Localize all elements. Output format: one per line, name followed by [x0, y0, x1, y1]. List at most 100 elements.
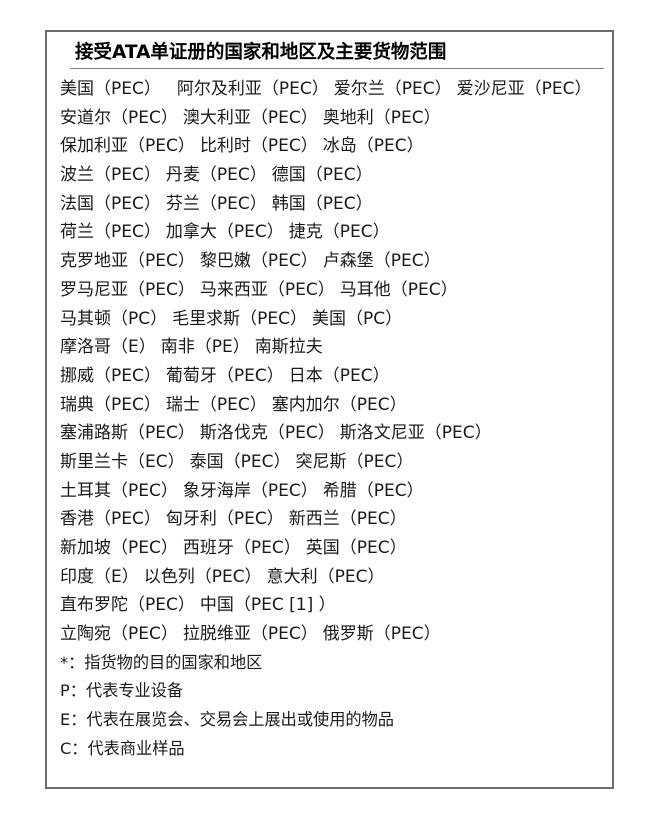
country-entry: 瑞典（PEC）	[60, 395, 161, 415]
country-entry: 波兰（PEC）	[60, 165, 161, 185]
country-goods-scope: （PEC）	[356, 136, 424, 157]
country-name: 爱沙尼亚	[456, 79, 525, 99]
country-goods-scope: （PEC）	[216, 509, 284, 530]
country-entry: 捷克（PEC）	[289, 222, 390, 242]
country-entry: 匈牙利（PEC）	[166, 509, 284, 529]
country-goods-scope: （PEC）	[94, 79, 161, 99]
country-row: 香港（PEC） 匈牙利（PEC） 新西兰（PEC）	[60, 505, 612, 534]
country-entry: 加拿大（PEC）	[166, 222, 284, 242]
country-row: 克罗地亚（PEC） 黎巴嫩（PEC） 卢森堡（PEC）	[60, 247, 612, 276]
country-goods-scope: （PEC）	[339, 509, 407, 530]
country-name: 以色列	[143, 566, 195, 587]
country-row: 法国（PEC） 芬兰（PEC） 韩国（PEC）	[60, 190, 612, 219]
country-goods-scope: （PEC）	[250, 251, 318, 272]
note-c: C：代表商业样品	[60, 738, 185, 758]
country-entry: 新加坡（PEC）	[60, 538, 178, 558]
country-goods-scope: （PEC）	[261, 79, 329, 99]
country-name: 英国	[305, 538, 340, 558]
country-entry: 瑞士（PEC）	[166, 395, 267, 415]
country-row: 土耳其（PEC） 象牙海岸（PEC） 希腊（PEC）	[60, 477, 612, 506]
country-name: 冰岛	[322, 136, 357, 157]
country-entry: 马来西亚（PEC）	[200, 280, 335, 300]
country-entry: 斯里兰卡（EC）	[60, 452, 185, 472]
country-goods-scope: （PE）	[194, 337, 250, 358]
country-name: 土耳其	[60, 480, 111, 501]
country-name: 美国	[312, 308, 346, 329]
country-name: 塞内加尔	[271, 394, 340, 415]
title-divider	[70, 68, 604, 69]
country-entry: 塞内加尔（PEC）	[272, 395, 407, 415]
country-row: 罗马尼亚（PEC） 马来西亚（PEC） 马耳他（PEC）	[60, 276, 612, 305]
country-entry: 比利时（PEC）	[200, 136, 318, 156]
note-p: P：代表专业设备	[60, 681, 184, 701]
country-entry: 法国（PEC）	[60, 194, 161, 214]
country-entry: 新西兰（PEC）	[289, 509, 407, 529]
country-name: 西班牙	[182, 538, 234, 558]
country-entry: 保加利亚（PEC）	[60, 136, 195, 156]
note-asterisk: *：指货物的目的国家和地区	[60, 652, 263, 672]
country-name: 匈牙利	[165, 509, 217, 530]
country-entry: 南非（PE）	[161, 337, 250, 357]
country-goods-scope: （PEC）	[267, 279, 335, 300]
ata-countries-table: 接受ATA单证册的国家和地区及主要货物范围 美国（PEC） 阿尔及利亚（PEC）爱…	[45, 30, 614, 789]
country-entry: 美国（PEC）	[60, 79, 161, 99]
country-goods-scope: （PEC）	[128, 595, 195, 616]
country-goods-scope: （PEC）	[111, 624, 178, 645]
country-name: 比利时	[199, 136, 251, 157]
country-row: 瑞典（PEC） 瑞士（PEC） 塞内加尔（PEC）	[60, 391, 612, 420]
country-name: 新加坡	[60, 538, 111, 558]
country-goods-scope: （PEC）	[240, 308, 307, 329]
country-entry: 澳大利亚（PEC）	[183, 108, 318, 128]
country-entry: 象牙海岸（PEC）	[183, 481, 318, 501]
country-name: 保加利亚	[60, 136, 128, 157]
country-entry: 爱尔兰（PEC）	[334, 79, 452, 99]
country-name: 斯里兰卡	[60, 451, 128, 472]
country-entry: 荷兰（PEC）	[60, 222, 161, 242]
country-entry: 塞浦路斯（PEC）	[60, 423, 195, 443]
country-row: 波兰（PEC） 丹麦（PEC） 德国（PEC）	[60, 161, 612, 190]
country-goods-scope: （PEC）	[322, 222, 390, 243]
country-entry: 奥地利（PEC）	[323, 108, 441, 128]
country-entry: 德国（PEC）	[272, 165, 373, 185]
country-name: 直布罗陀	[60, 595, 128, 616]
country-list: 美国（PEC） 阿尔及利亚（PEC） 爱尔兰（PEC） 爱沙尼亚（PEC） 安道尔（PE…	[60, 75, 612, 649]
country-row: 马其顿（PC） 毛里求斯（PEC） 美国（PC）	[60, 305, 612, 334]
note-e: E：代表在展览会、交易会上展出或使用的物品	[60, 710, 394, 730]
country-name: 希腊	[322, 480, 357, 501]
country-goods-scope: （PEC）	[424, 423, 492, 444]
country-name: 印度	[60, 566, 94, 587]
legend-notes: *：指货物的目的国家和地区 P：代表专业设备 E：代表在展览会、交易会上展出或使用的…	[60, 649, 612, 764]
country-goods-scope: （PEC）	[373, 251, 441, 272]
country-goods-scope: （PEC [1] ）	[233, 595, 336, 616]
country-entry: 爱沙尼亚（PEC）	[457, 79, 592, 99]
country-entry: 英国（PEC）	[306, 538, 407, 558]
country-name: 卢森堡	[322, 251, 374, 272]
country-name: 意大利	[266, 566, 318, 587]
country-goods-scope: （PEC）	[250, 136, 318, 157]
country-entry: 丹麦（PEC）	[166, 165, 267, 185]
country-name: 马来西亚	[199, 279, 268, 300]
country-name: 韩国	[271, 193, 306, 214]
country-goods-scope: （PEC）	[322, 365, 390, 386]
country-name: 克罗地亚	[60, 251, 128, 272]
country-entry: 拉脱维亚（PEC）	[183, 624, 318, 644]
country-goods-scope: （PEC）	[94, 394, 161, 415]
country-row: 直布罗陀（PEC） 中国（PEC [1] ）	[60, 591, 612, 620]
country-name: 马其顿	[60, 308, 111, 329]
country-entry: 冰岛（PEC）	[323, 136, 424, 156]
country-name: 香港	[60, 509, 94, 530]
country-name: 突尼斯	[295, 451, 347, 472]
country-name: 立陶宛	[60, 624, 111, 645]
country-goods-scope: （EC）	[128, 451, 185, 472]
country-name: 黎巴嫩	[199, 251, 251, 272]
country-goods-scope: （PEC）	[128, 279, 195, 300]
country-row: 挪威（PEC） 葡萄牙（PEC） 日本（PEC）	[60, 362, 612, 391]
country-name: 澳大利亚	[182, 107, 251, 128]
country-name: 俄罗斯	[322, 624, 374, 645]
country-goods-scope: （PEC）	[216, 222, 284, 243]
country-goods-scope: （PEC）	[111, 538, 178, 558]
country-name: 中国	[199, 595, 234, 616]
country-goods-scope: （PEC）	[317, 566, 385, 587]
country-goods-scope: （PEC）	[223, 451, 291, 472]
country-name: 塞浦路斯	[60, 423, 128, 444]
